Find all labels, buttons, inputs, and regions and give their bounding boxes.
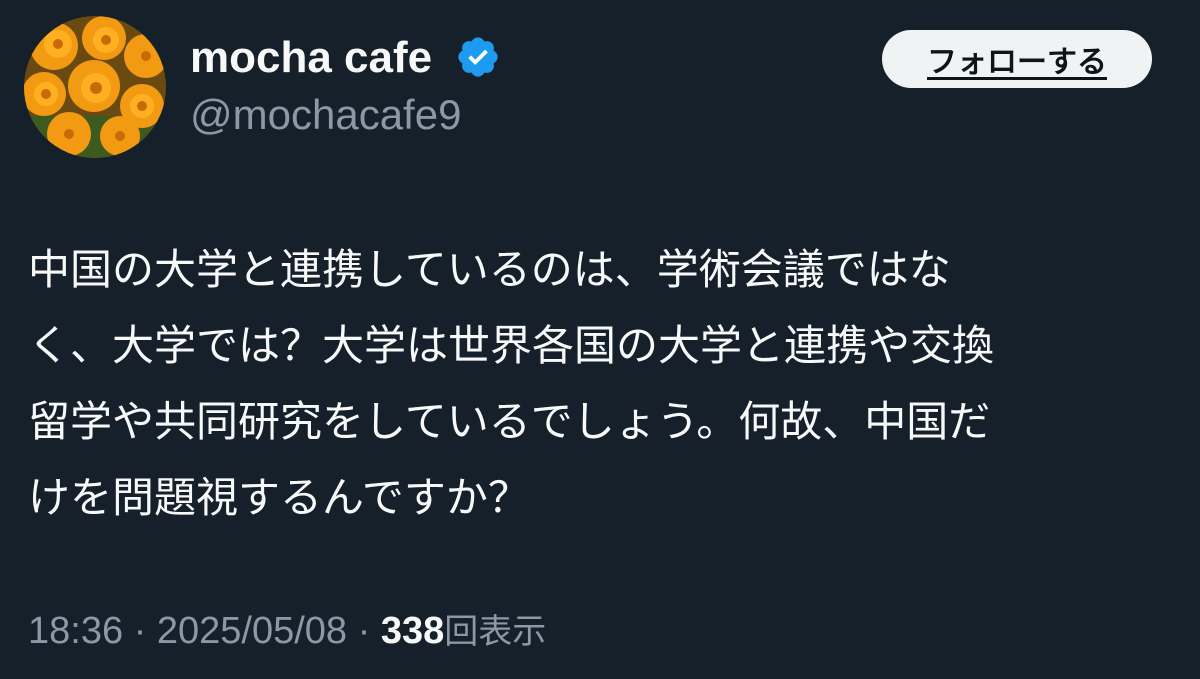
tweet-text-line: く、大学では？大学は世界各国の大学と連携や交換 bbox=[28, 321, 995, 370]
meta-separator: · bbox=[357, 610, 371, 652]
meta-separator: · bbox=[133, 610, 147, 652]
avatar[interactable] bbox=[24, 16, 166, 158]
tweet: mocha cafe @mochacafe9 フォローする 中国の大学と連携して… bbox=[0, 0, 1200, 679]
verified-badge-icon bbox=[458, 37, 498, 77]
tweet-meta: 18:36 · 2025/05/08 · 338回表示 bbox=[28, 608, 546, 655]
flower-avatar-icon bbox=[24, 16, 166, 158]
views-label: 回表示 bbox=[444, 612, 547, 652]
tweet-time[interactable]: 18:36 bbox=[28, 610, 123, 652]
display-name[interactable]: mocha cafe bbox=[190, 32, 432, 84]
views-count[interactable]: 338 bbox=[381, 610, 444, 652]
tweet-text-line: 中国の大学と連携しているのは、学術会議ではな bbox=[28, 245, 951, 294]
follow-button[interactable]: フォローする bbox=[882, 30, 1152, 88]
tweet-text-line: 留学や共同研究をしているでしょう。何故、中国だ bbox=[28, 397, 991, 446]
tweet-text: 中国の大学と連携しているのは、学術会議ではな く、大学では？大学は世界各国の大学… bbox=[28, 232, 1178, 536]
user-handle[interactable]: @mochacafe9 bbox=[190, 90, 461, 140]
tweet-text-line: けを問題視するんですか？ bbox=[28, 473, 530, 522]
tweet-date[interactable]: 2025/05/08 bbox=[157, 610, 347, 652]
